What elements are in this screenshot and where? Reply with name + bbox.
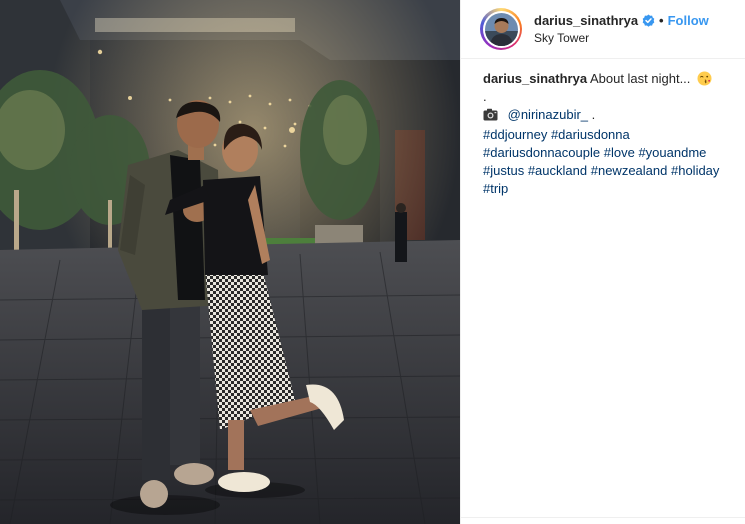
caption-first-line: darius_sinathrya About last night...	[483, 70, 729, 88]
hashtag-link[interactable]: #newzealand	[591, 163, 668, 178]
hashtag-link[interactable]: #ddjourney	[483, 127, 547, 142]
hashtag-line: #trip	[483, 180, 729, 198]
post-header-row: darius_sinathrya • Follow	[534, 13, 709, 29]
avatar[interactable]	[482, 10, 520, 48]
mention-link[interactable]: @nirinazubir_	[508, 107, 588, 122]
hashtag-link[interactable]: #auckland	[528, 163, 587, 178]
hashtag-line: #dariusdonnacouple #love #youandme	[483, 144, 729, 162]
post-caption: darius_sinathrya About last night... . @…	[461, 59, 745, 198]
caption-period: .	[483, 89, 487, 104]
post-photo[interactable]	[0, 0, 460, 524]
post-side-panel: darius_sinathrya • Follow Sky Tower dari…	[460, 0, 745, 524]
camera-icon	[483, 108, 498, 126]
mention-suffix: .	[588, 107, 596, 122]
location-link[interactable]: Sky Tower	[534, 31, 709, 45]
avatar-image	[484, 12, 518, 46]
hashtag-link[interactable]: #dariusdonna	[551, 127, 630, 142]
verified-badge-icon	[642, 14, 655, 27]
divider	[461, 517, 745, 518]
hashtag-link[interactable]: #youandme	[638, 145, 706, 160]
username-link[interactable]: darius_sinathrya	[534, 13, 638, 29]
avatar-story-ring[interactable]	[480, 8, 522, 50]
hashtag-line: #justus #auckland #newzealand #holiday	[483, 162, 729, 180]
post-header: darius_sinathrya • Follow Sky Tower	[461, 0, 745, 59]
follow-button[interactable]: Follow	[668, 13, 709, 29]
hashtag-link[interactable]: #trip	[483, 181, 508, 196]
hashtag-link[interactable]: #justus	[483, 163, 524, 178]
caption-username-link[interactable]: darius_sinathrya	[483, 71, 587, 86]
hashtag-link[interactable]: #love	[604, 145, 635, 160]
hashtag-link[interactable]: #dariusdonnacouple	[483, 145, 600, 160]
hashtag-link[interactable]: #holiday	[671, 163, 719, 178]
separator-dot: •	[659, 12, 664, 28]
post-header-text: darius_sinathrya • Follow Sky Tower	[534, 13, 709, 46]
couple-photo-illustration	[0, 0, 460, 524]
caption-text: About last night...	[589, 71, 691, 86]
caption-mention-line: @nirinazubir_ .	[483, 106, 729, 126]
hashtag-line: #ddjourney #dariusdonna	[483, 126, 729, 144]
kissing-face-emoji-icon	[697, 71, 712, 86]
